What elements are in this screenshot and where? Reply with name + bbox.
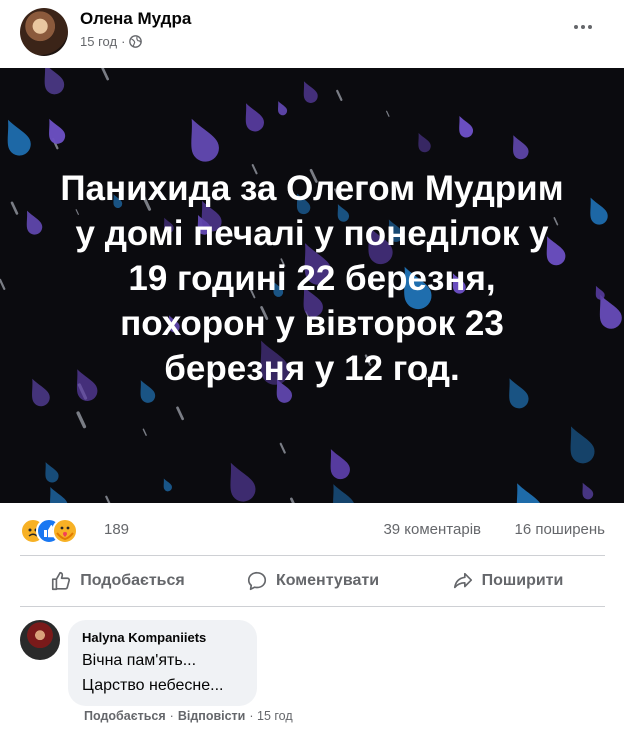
comment-icon [247, 571, 267, 591]
raindrop [516, 483, 543, 503]
raindrop [290, 497, 298, 503]
comment-reply-link[interactable]: Відповісти [178, 709, 246, 723]
raindrop [105, 495, 112, 503]
commenter-name[interactable]: Halyna Kompaniiets [82, 630, 206, 645]
raindrop [45, 462, 59, 483]
raindrop [49, 118, 66, 144]
raindrop [191, 118, 219, 162]
image-text-line: Панихида за Олегом Мудрим [60, 169, 564, 208]
raindrop [303, 81, 318, 103]
share-button[interactable]: Поширити [410, 557, 605, 605]
facebook-post: Олена Мудра 15 год · Панихида за Олегом … [0, 0, 624, 730]
raindrop [582, 482, 594, 500]
post-actions: Подобається Коментувати Поширити [20, 557, 605, 605]
commenter-avatar[interactable] [20, 620, 60, 660]
raindrop [10, 201, 19, 215]
raindrop [278, 101, 288, 116]
more-options-button[interactable] [568, 16, 598, 38]
like-button[interactable]: Подобається [20, 557, 215, 605]
share-label: Поширити [481, 572, 564, 589]
image-announcement-text: Панихида за Олегом Мудрим у домі печалі … [30, 166, 594, 391]
raindrop [163, 478, 172, 492]
raindrop [230, 462, 256, 502]
raindrop [142, 428, 147, 436]
raindrop [513, 135, 529, 160]
comment-bubble: Halyna Kompaniiets Вічна пам'ять... Царс… [68, 620, 257, 706]
raindrop [385, 110, 390, 117]
meta-separator: · [121, 34, 126, 49]
author-avatar[interactable] [20, 8, 68, 56]
raindrop [50, 487, 68, 503]
raindrop [330, 449, 350, 480]
raindrop [418, 133, 431, 153]
raindrop [459, 116, 473, 138]
raindrop [7, 119, 31, 156]
post-header: Олена Мудра 15 год · [0, 0, 624, 68]
comment-actions-separator: · [169, 709, 174, 723]
thumbs-up-icon [52, 571, 71, 591]
image-text-line: у домі печалі у понеділок у [75, 214, 549, 253]
raindrop [333, 484, 355, 503]
divider [20, 606, 605, 607]
image-text-line: 19 годині 22 березня, [128, 259, 496, 298]
reaction-count[interactable]: 189 [104, 521, 129, 538]
post-stats: 189 39 коментарів 16 поширень [20, 515, 605, 545]
raindrop [176, 406, 184, 421]
author-name[interactable]: Олена Мудра [80, 9, 191, 29]
raindrop [599, 294, 622, 329]
post-image[interactable]: Панихида за Олегом Мудрим у домі печалі … [0, 68, 624, 503]
care-reaction-icon [52, 518, 78, 544]
comments-count[interactable]: 39 коментарів [383, 521, 481, 538]
raindrop [336, 89, 343, 101]
comment-button[interactable]: Коментувати [215, 557, 410, 605]
comment-text: Царство небесне... [82, 677, 224, 694]
raindrop [101, 68, 109, 81]
shares-count[interactable]: 16 поширень [514, 521, 605, 538]
raindrop [279, 442, 286, 454]
post-meta: 15 год · [80, 34, 143, 49]
reactions-summary[interactable] [20, 518, 96, 544]
comment-text: Вічна пам'ять... [82, 652, 197, 669]
raindrop [76, 411, 87, 429]
raindrop [0, 278, 6, 290]
image-text-line: похорон у вівторок 23 [120, 304, 504, 343]
comment-like-link[interactable]: Подобається [84, 709, 166, 723]
like-label: Подобається [80, 572, 185, 589]
comment-time[interactable]: · 15 год [249, 709, 292, 723]
comment-label: Коментувати [275, 572, 380, 589]
globe-icon[interactable] [129, 35, 143, 48]
share-icon [453, 572, 472, 589]
post-time[interactable]: 15 год [80, 34, 117, 49]
comment-actions: Подобається · Відповісти · 15 год [84, 709, 293, 723]
more-horizontal-icon [574, 25, 578, 29]
raindrop [245, 103, 264, 132]
raindrop [44, 68, 65, 95]
image-text-line: березня у 12 год. [164, 349, 460, 388]
divider [20, 555, 605, 556]
raindrop [570, 426, 595, 464]
